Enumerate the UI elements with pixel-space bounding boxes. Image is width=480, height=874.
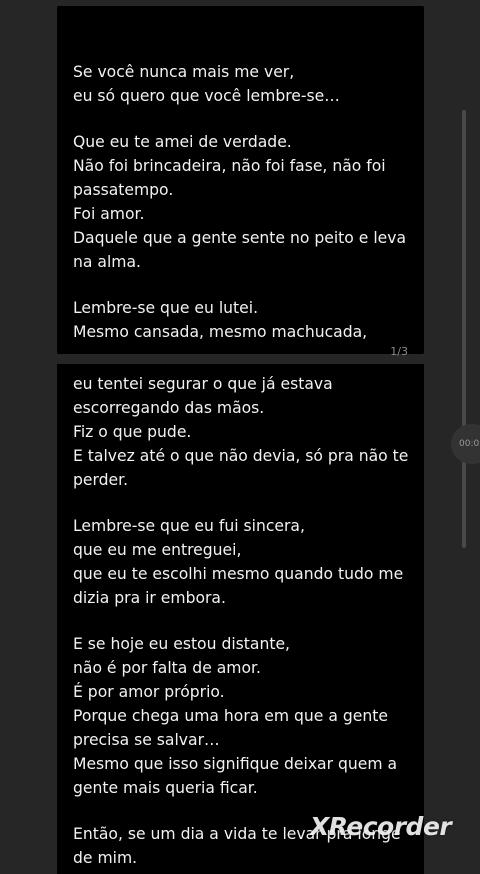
poem-line: Mesmo que isso signifique deixar quem a: [73, 755, 398, 773]
scrollbar[interactable]: [462, 110, 466, 548]
poem-line: na alma.: [73, 253, 141, 271]
poem-line: E talvez até o que não devia, só pra não…: [73, 447, 409, 465]
stanza-break: [73, 492, 424, 514]
poem-line: É por amor próprio.: [73, 683, 225, 701]
poem-line: E se hoje eu estou distante,: [73, 635, 291, 653]
poem-line: não é por falta de amor.: [73, 659, 261, 677]
poem-text-block: eu tentei segurar o que já estava escorre…: [73, 364, 424, 870]
note-page-2: eu tentei segurar o que já estava escorre…: [57, 364, 424, 874]
poem-line: de mim.: [73, 849, 138, 867]
poem-line: Mesmo cansada, mesmo machucada,: [73, 323, 368, 341]
recording-timer: 00:05: [459, 439, 480, 449]
note-page-1: Se você nunca mais me ver, eu só quero qu…: [57, 6, 424, 358]
poem-line: escorregando das mãos.: [73, 399, 265, 417]
poem-line: Fiz o que pude.: [73, 423, 192, 441]
poem-line: precisa se salvar…: [73, 731, 220, 749]
stanza-break: [73, 108, 424, 130]
poem-line: gente mais queria ficar.: [73, 779, 258, 797]
xrecorder-watermark: XRecorder: [310, 812, 452, 841]
poem-line: perder.: [73, 471, 129, 489]
poem-line: eu tentei segurar o que já estava: [73, 375, 333, 393]
poem-line: Foi amor.: [73, 205, 145, 223]
poem-line: Lembre-se que eu fui sincera,: [73, 517, 305, 535]
stanza-break: [73, 274, 424, 296]
poem-line: Não foi brincadeira, não foi fase, não f…: [73, 157, 386, 175]
recording-timer-bubble[interactable]: 00:05: [451, 424, 480, 464]
stanza-break: [73, 610, 424, 632]
poem-line: Porque chega uma hora em que a gente: [73, 707, 388, 725]
poem-line: Que eu te amei de verdade.: [73, 133, 292, 151]
poem-line: Daquele que a gente sente no peito e lev…: [73, 229, 407, 247]
page-indicator: 1/3: [390, 345, 408, 358]
poem-line: dizia pra ir embora.: [73, 589, 226, 607]
poem-line: Se você nunca mais me ver,: [73, 63, 295, 81]
poem-line: que eu me entreguei,: [73, 541, 242, 559]
poem-line: Lembre-se que eu lutei.: [73, 299, 259, 317]
poem-line: eu só quero que você lembre-se…: [73, 87, 340, 105]
poem-line: passatempo.: [73, 181, 174, 199]
poem-text-block: Se você nunca mais me ver, eu só quero qu…: [73, 6, 424, 344]
poem-line: que eu te escolhi mesmo quando tudo me: [73, 565, 404, 583]
